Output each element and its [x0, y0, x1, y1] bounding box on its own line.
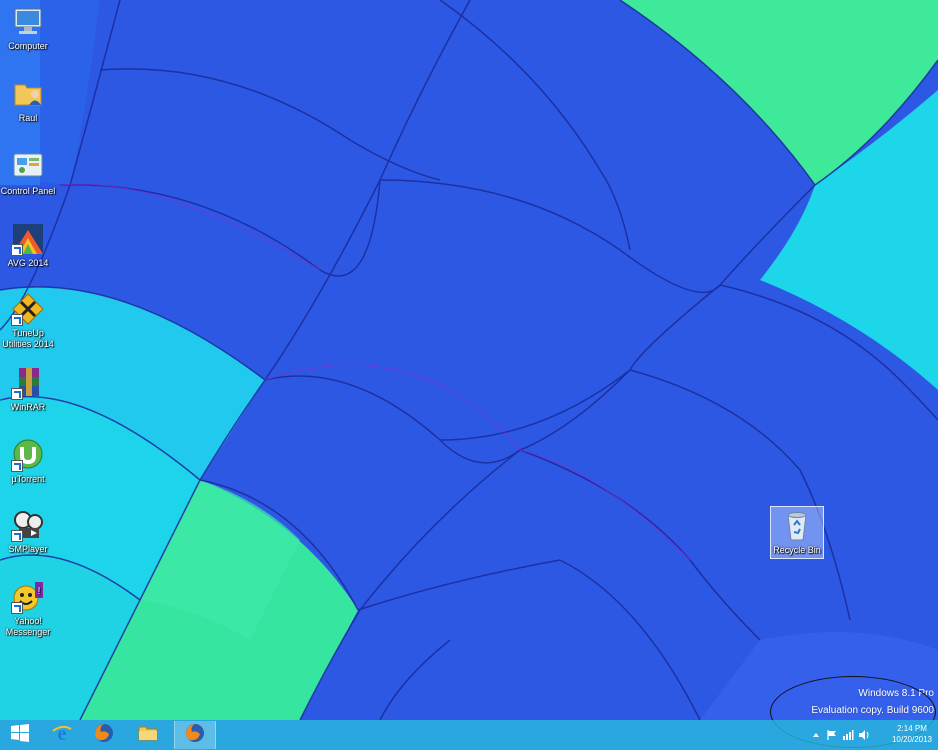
smplayer-icon	[11, 508, 45, 542]
system-tray: 2:14 PM 10/20/2013	[808, 720, 938, 750]
internet-explorer-icon: e	[51, 722, 73, 749]
desktop-icon-smplayer[interactable]: SMPlayer	[0, 508, 56, 555]
volume-icon[interactable]	[858, 729, 870, 741]
desktop-icon-label: SMPlayer	[8, 544, 48, 554]
desktop-icon-recycle-bin[interactable]: Recycle Bin	[770, 506, 824, 559]
desktop-icon-label: TuneUp Utilities 2014	[2, 328, 54, 349]
winrar-icon	[11, 366, 45, 400]
desktop-icon-label: Recycle Bin	[773, 545, 821, 555]
utorrent-icon	[11, 438, 45, 472]
taskbar-file-explorer[interactable]	[128, 721, 168, 749]
recycle-bin-icon	[780, 509, 814, 543]
desktop-icon-label: WinRAR	[10, 402, 46, 412]
tuneup-icon	[11, 292, 45, 326]
taskbar: e 2:14 PM 10/20/2013	[0, 720, 938, 750]
desktop-icon-label: Raul	[18, 113, 38, 123]
desktop-icon-utorrent[interactable]: µTorrent	[0, 438, 56, 485]
network-icon[interactable]	[842, 729, 854, 741]
taskbar-clock[interactable]: 2:14 PM 10/20/2013	[892, 723, 932, 745]
shortcut-arrow-icon	[11, 314, 23, 326]
chevron-up-icon[interactable]	[810, 729, 822, 741]
windows-start-icon	[9, 722, 31, 749]
desktop-icon-label: Computer	[8, 41, 48, 51]
shortcut-arrow-icon	[11, 460, 23, 472]
shortcut-arrow-icon	[11, 602, 23, 614]
desktop-wallpaper	[0, 0, 938, 750]
desktop-icon-control-panel[interactable]: Control Panel	[0, 150, 56, 197]
action-center-flag-icon[interactable]	[826, 729, 838, 741]
user-folder-icon	[11, 77, 45, 111]
yahoo-messenger-icon: !	[11, 580, 45, 614]
desktop-icon-raul[interactable]: Raul	[0, 77, 56, 124]
taskbar-firefox[interactable]	[84, 721, 124, 749]
desktop-icon-label: Control Panel	[0, 186, 56, 196]
shortcut-arrow-icon	[11, 388, 23, 400]
taskbar-internet-explorer[interactable]: e	[42, 721, 82, 749]
file-explorer-icon	[137, 722, 159, 749]
desktop-icon-computer[interactable]: Computer	[0, 5, 56, 52]
control-panel-icon	[11, 150, 45, 184]
computer-icon	[11, 5, 45, 39]
desktop-icon-label: Yahoo! Messenger	[5, 616, 51, 637]
desktop-icon-label: µTorrent	[11, 474, 45, 484]
taskbar-firefox-active[interactable]	[174, 721, 216, 749]
desktop-icon-yahoo-messenger[interactable]: ! Yahoo! Messenger	[0, 580, 56, 638]
shortcut-arrow-icon	[11, 244, 23, 256]
clock-time: 2:14 PM	[897, 724, 927, 733]
desktop-icon-label: AVG 2014	[7, 258, 49, 268]
desktop-icon-tuneup[interactable]: TuneUp Utilities 2014	[0, 292, 56, 350]
desktop-icon-avg[interactable]: AVG 2014	[0, 222, 56, 269]
avg-icon	[11, 222, 45, 256]
desktop-icon-winrar[interactable]: WinRAR	[0, 366, 56, 413]
firefox-icon	[93, 722, 115, 749]
svg-text:!: !	[38, 586, 41, 597]
start-button[interactable]	[0, 721, 40, 749]
firefox-icon	[184, 722, 206, 749]
clock-date: 10/20/2013	[891, 735, 932, 744]
shortcut-arrow-icon	[11, 530, 23, 542]
